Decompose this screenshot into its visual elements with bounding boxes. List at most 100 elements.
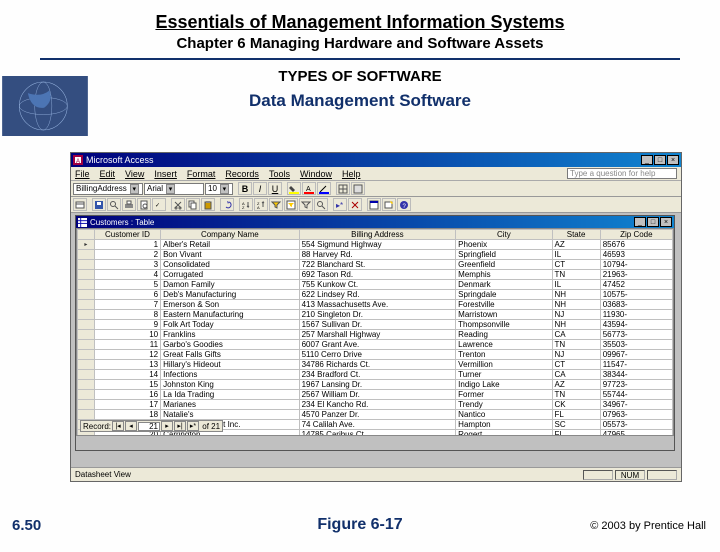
font-combo[interactable]: Arial▾ <box>144 183 204 195</box>
table-row[interactable]: 2Bon Vivant88 Harvey Rd.SpringfieldIL465… <box>78 250 673 260</box>
cell[interactable]: Corrugated <box>161 270 300 280</box>
cell[interactable]: Eastern Manufacturing <box>161 310 300 320</box>
sort-asc-button[interactable]: AZ <box>239 198 253 211</box>
row-selector[interactable] <box>78 330 95 340</box>
column-header[interactable]: Zip Code <box>600 230 672 240</box>
paste-button[interactable] <box>201 198 215 211</box>
table-row[interactable]: 3Consolidated722 Blanchard St.Greenfield… <box>78 260 673 270</box>
nav-first-button[interactable]: |◂ <box>112 421 124 431</box>
row-selector[interactable] <box>78 360 95 370</box>
row-selector[interactable] <box>78 300 95 310</box>
cell[interactable]: Indigo Lake <box>456 380 552 390</box>
cell[interactable]: Nantico <box>456 410 552 420</box>
cell[interactable]: TN <box>552 390 600 400</box>
object-combo[interactable]: BillingAddress▾ <box>73 183 143 195</box>
cell[interactable]: Marianes <box>161 400 300 410</box>
find-button[interactable] <box>314 198 328 211</box>
cell[interactable]: Consolidated <box>161 260 300 270</box>
cell[interactable]: AZ <box>552 240 600 250</box>
row-selector[interactable] <box>78 320 95 330</box>
cell[interactable]: 05573- <box>600 420 672 430</box>
cell[interactable]: 234 El Kancho Rd. <box>299 400 456 410</box>
nav-new-button[interactable]: ▸* <box>187 421 199 431</box>
cell[interactable]: La Ida Trading <box>161 390 300 400</box>
cell[interactable]: 257 Marshall Highway <box>299 330 456 340</box>
nav-next-button[interactable]: ▸ <box>161 421 173 431</box>
save-button[interactable] <box>92 198 106 211</box>
cell[interactable]: 8 <box>94 310 160 320</box>
cell[interactable]: AZ <box>552 380 600 390</box>
cell[interactable]: 2567 William Dr. <box>299 390 456 400</box>
row-selector[interactable] <box>78 280 95 290</box>
cell[interactable]: FL <box>552 430 600 437</box>
cell[interactable]: Trenton <box>456 350 552 360</box>
cell[interactable]: 7 <box>94 300 160 310</box>
cell[interactable]: Thompsonville <box>456 320 552 330</box>
cell[interactable]: NH <box>552 300 600 310</box>
cell[interactable]: 47965 <box>600 430 672 437</box>
cell[interactable]: 10 <box>94 330 160 340</box>
cell[interactable]: Springfield <box>456 250 552 260</box>
cell[interactable]: Folk Art Today <box>161 320 300 330</box>
cell[interactable]: 14 <box>94 370 160 380</box>
row-selector[interactable] <box>78 380 95 390</box>
cell[interactable]: FL <box>552 410 600 420</box>
cell[interactable]: NH <box>552 290 600 300</box>
underline-button[interactable]: U <box>268 182 282 195</box>
cell[interactable]: 13 <box>94 360 160 370</box>
table-row[interactable]: 5Damon Family755 Kunkow Ct.DenmarkIL4745… <box>78 280 673 290</box>
table-row[interactable]: 16La Ida Trading2567 William Dr.FormerTN… <box>78 390 673 400</box>
cell[interactable]: Greenfield <box>456 260 552 270</box>
cell[interactable]: TN <box>552 340 600 350</box>
cell[interactable]: 5 <box>94 280 160 290</box>
cell[interactable]: 5110 Cerro Drive <box>299 350 456 360</box>
cell[interactable]: Lawrence <box>456 340 552 350</box>
cell[interactable]: 11 <box>94 340 160 350</box>
cell[interactable]: 56773- <box>600 330 672 340</box>
cell[interactable]: 10794- <box>600 260 672 270</box>
cell[interactable]: Garbo's Goodies <box>161 340 300 350</box>
cell[interactable]: 12 <box>94 350 160 360</box>
cell[interactable]: Phoenix <box>456 240 552 250</box>
nav-current-input[interactable] <box>138 422 160 431</box>
cell[interactable]: 85676 <box>600 240 672 250</box>
cell[interactable]: Natalie's <box>161 410 300 420</box>
table-row[interactable]: ▸1Alber's Retail554 Sigmund HighwayPhoen… <box>78 240 673 250</box>
cell[interactable]: 692 Tason Rd. <box>299 270 456 280</box>
help-search-input[interactable]: Type a question for help <box>567 168 677 179</box>
menu-help[interactable]: Help <box>342 169 361 179</box>
column-header[interactable]: State <box>552 230 600 240</box>
nav-last-button[interactable]: ▸| <box>174 421 186 431</box>
undo-button[interactable] <box>220 198 234 211</box>
cell[interactable]: 34967- <box>600 400 672 410</box>
cell[interactable]: Springdale <box>456 290 552 300</box>
cell[interactable]: TN <box>552 270 600 280</box>
cell[interactable]: 03683- <box>600 300 672 310</box>
datasheet-grid[interactable]: Customer IDCompany NameBilling AddressCi… <box>76 228 674 436</box>
cell[interactable]: 1 <box>94 240 160 250</box>
help-button[interactable]: ? <box>397 198 411 211</box>
menu-edit[interactable]: Edit <box>100 169 116 179</box>
cell[interactable]: Forestville <box>456 300 552 310</box>
cut-button[interactable] <box>171 198 185 211</box>
cell[interactable]: 413 Massachusetts Ave. <box>299 300 456 310</box>
table-row[interactable]: 11Garbo's Goodies6007 Grant Ave.Lawrence… <box>78 340 673 350</box>
cell[interactable]: CA <box>552 370 600 380</box>
menu-tools[interactable]: Tools <box>269 169 290 179</box>
cell[interactable]: Johnston King <box>161 380 300 390</box>
row-selector[interactable] <box>78 260 95 270</box>
cell[interactable]: 34786 Richards Ct. <box>299 360 456 370</box>
cell[interactable]: Turner <box>456 370 552 380</box>
cell[interactable]: 11930- <box>600 310 672 320</box>
cell[interactable]: Marristown <box>456 310 552 320</box>
minimize-button[interactable]: _ <box>641 155 653 165</box>
cell[interactable]: Emerson & Son <box>161 300 300 310</box>
cell[interactable]: 18 <box>94 410 160 420</box>
column-header[interactable]: Company Name <box>161 230 300 240</box>
new-record-button[interactable]: ▸* <box>333 198 347 211</box>
menu-records[interactable]: Records <box>225 169 259 179</box>
cell[interactable]: SC <box>552 420 600 430</box>
cell[interactable]: 55744- <box>600 390 672 400</box>
cell[interactable]: 4 <box>94 270 160 280</box>
row-selector[interactable] <box>78 270 95 280</box>
